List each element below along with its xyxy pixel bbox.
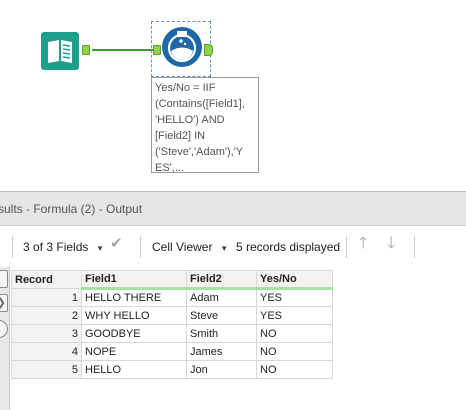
grid-header-row: Record Field1 Field2 Yes/No (11, 270, 333, 290)
results-title-bar: sults - Formula (2) - Output (0, 191, 466, 226)
chevron-down-icon: ▼ (91, 244, 105, 253)
column-header[interactable]: Yes/No (256, 270, 333, 290)
table-row[interactable]: 4 NOPE James NO (11, 342, 333, 361)
field2-cell[interactable]: Adam (186, 288, 257, 307)
formula-tool-circle (162, 27, 202, 67)
cell-viewer-toggle[interactable]: Cell Viewer ▼ (152, 240, 228, 256)
record-cell: 4 (11, 342, 82, 361)
record-cell: 2 (11, 306, 82, 325)
output-anchor[interactable] (82, 45, 90, 55)
annotation-line: ('Steve','Adam'),'Y (155, 146, 244, 158)
yesno-cell[interactable]: NO (256, 342, 333, 361)
field1-cell[interactable]: HELLO (81, 360, 187, 379)
formula-tool[interactable] (151, 21, 211, 77)
table-row[interactable]: 3 GOODBYE Smith NO (11, 324, 333, 343)
toolbar-separator (346, 236, 347, 258)
book-icon (41, 32, 79, 70)
field1-cell[interactable]: WHY HELLO (81, 306, 187, 325)
column-header[interactable]: Record (11, 270, 82, 289)
cell-viewer-label: Cell Viewer (152, 240, 213, 254)
table-icon[interactable] (0, 270, 8, 288)
column-header[interactable]: Field1 (81, 270, 187, 290)
chevron-right-icon[interactable]: ❯ (0, 294, 8, 312)
circle-icon[interactable] (0, 320, 8, 338)
field2-cell[interactable]: Smith (186, 324, 257, 343)
yesno-cell[interactable]: YES (256, 306, 333, 325)
toolbar-separator (12, 236, 13, 258)
results-grid: Record Field1 Field2 Yes/No 1 HELLO THER… (11, 270, 333, 379)
formula-annotation: Yes/No = IIF (Contains([Field1], 'HELLO'… (151, 77, 259, 174)
yesno-cell[interactable]: NO (256, 324, 333, 343)
yesno-cell[interactable]: NO (256, 360, 333, 379)
table-row[interactable]: 1 HELLO THERE Adam YES (11, 288, 333, 307)
fields-label: 3 of 3 Fields (23, 240, 89, 254)
toolbar-separator (140, 236, 141, 258)
results-toolbar: 3 of 3 Fields ▼ ✔ Cell Viewer ▼ 5 record… (0, 227, 466, 267)
toolbar-separator (414, 236, 415, 258)
chevron-down-icon: ▼ (215, 244, 229, 253)
field1-cell[interactable]: HELLO THERE (81, 288, 187, 307)
results-title: sults - Formula (2) - Output (0, 202, 143, 216)
field1-cell[interactable]: GOODBYE (81, 324, 187, 343)
record-cell: 5 (11, 360, 82, 379)
records-displayed: 5 records displayed (236, 240, 341, 254)
fields-selector[interactable]: 3 of 3 Fields ▼ (23, 240, 104, 256)
table-row[interactable]: 2 WHY HELLO Steve YES (11, 306, 333, 325)
flask-icon (167, 31, 197, 63)
arrow-down-icon[interactable]: 🡓 (387, 236, 395, 252)
arrow-up-icon[interactable]: 🡑 (359, 236, 367, 252)
results-window: sults - Formula (2) - Output 3 of 3 Fiel… (0, 191, 466, 410)
checkmark-icon[interactable]: ✔ (110, 236, 123, 251)
record-cell: 1 (11, 288, 82, 307)
annotation-line: (Contains([Field1], (155, 98, 245, 110)
column-header[interactable]: Field2 (186, 270, 257, 290)
connection-line[interactable] (92, 49, 154, 51)
formula-output-anchor[interactable] (204, 44, 213, 56)
annotation-line: 'HELLO') AND (155, 114, 225, 126)
table-row[interactable]: 5 HELLO Jon NO (11, 360, 333, 379)
field1-cell[interactable]: NOPE (81, 342, 187, 361)
annotation-line: [Field2] IN (155, 130, 206, 142)
yesno-cell[interactable]: YES (256, 288, 333, 307)
input-data-tool[interactable] (41, 32, 79, 70)
annotation-line: Yes/No = IIF (155, 82, 216, 94)
field2-cell[interactable]: James (186, 342, 257, 361)
results-side-strip: ❯ (0, 267, 10, 410)
workflow-canvas[interactable]: Yes/No = IIF (Contains([Field1], 'HELLO'… (0, 0, 466, 190)
field2-cell[interactable]: Jon (186, 360, 257, 379)
annotation-line: ES',... (155, 162, 184, 174)
record-cell: 3 (11, 324, 82, 343)
field2-cell[interactable]: Steve (186, 306, 257, 325)
